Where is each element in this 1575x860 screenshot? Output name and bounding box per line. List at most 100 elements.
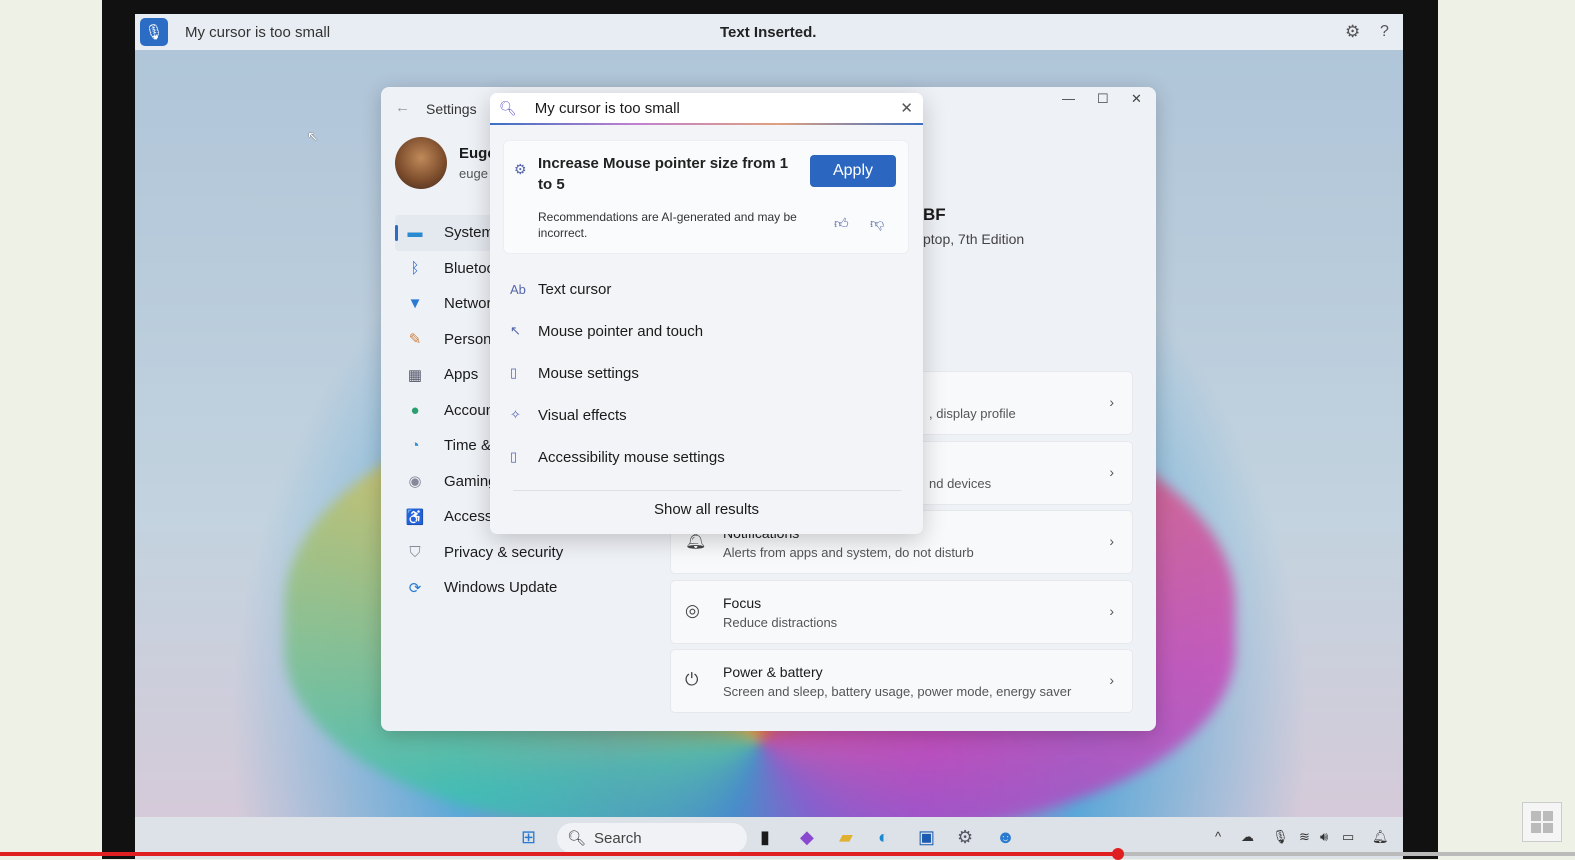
result-label: Mouse pointer and touch [538, 322, 704, 340]
search-icon: 🔍︎ [567, 830, 587, 847]
gear-icon: ⚙ [514, 161, 527, 177]
search-result-visual-effects[interactable]: ✧ Visual effects [510, 397, 910, 433]
voice-query: My cursor is too small [185, 23, 331, 41]
settings-icon[interactable]: ⚙ [957, 827, 973, 848]
person-icon: ● [410, 401, 420, 419]
search-result-accessibility-mouse[interactable]: ▯ Accessibility mouse settings [510, 439, 910, 475]
pointer-icon: ↖ [510, 323, 521, 338]
microphone-icon[interactable]: 🎙 [140, 18, 168, 46]
chevron-up-icon[interactable]: ^ [1215, 829, 1221, 844]
device-model: ptop, 7th Edition [923, 231, 1025, 247]
sidebar-item-label: System [444, 224, 495, 242]
mouse-icon: ▯ [510, 449, 518, 464]
recommendation-text: Increase Mouse pointer size from 1 to 5 [538, 155, 789, 193]
edge-icon[interactable]: ◐ [878, 827, 889, 848]
monitor-icon: ▬ [407, 224, 423, 242]
video-progress-bar[interactable] [0, 852, 1119, 856]
mouse-icon: ▯ [510, 365, 518, 380]
apply-button[interactable]: Apply [810, 155, 896, 187]
store-icon[interactable]: ▣ [918, 827, 935, 848]
voice-status: Text Inserted. [720, 23, 817, 41]
sidebar-item-privacy[interactable]: ⛉ Privacy & security [395, 535, 595, 571]
task-view-icon[interactable]: ▮ [760, 827, 770, 848]
sidebar-item-windows-update[interactable]: ⟳ Windows Update [395, 570, 595, 606]
search-value[interactable]: My cursor is too small [535, 100, 901, 117]
bluetooth-icon: ᛒ [410, 259, 420, 277]
chevron-right-icon: › [1109, 533, 1114, 549]
file-explorer-icon[interactable]: ▰ [839, 827, 853, 848]
card-subtitle: Alerts from apps and system, do not dist… [723, 545, 974, 560]
maximize-button[interactable]: ☐ [1097, 91, 1109, 107]
search-result-mouse-settings[interactable]: ▯ Mouse settings [510, 355, 910, 391]
show-all-results-link[interactable]: Show all results [490, 501, 923, 518]
windows-logo-icon [1522, 802, 1562, 842]
search-result-text-cursor[interactable]: Ab Text cursor [510, 271, 910, 307]
result-label: Accessibility mouse settings [538, 448, 725, 466]
clear-search-icon[interactable]: ✕ [900, 99, 913, 117]
battery-icon[interactable]: ▭ [1342, 829, 1354, 845]
bell-icon: 🔔︎ [685, 531, 707, 550]
update-icon: ⟳ [408, 579, 422, 597]
gamepad-icon: ◉ [408, 473, 422, 491]
chevron-right-icon: › [1109, 394, 1114, 410]
sidebar-item-label: Apps [444, 366, 479, 384]
window-title: Settings [426, 101, 477, 117]
sidebar-item-label: Time & [444, 437, 491, 455]
copilot-icon[interactable]: ◆ [800, 827, 814, 848]
notification-bell-icon[interactable]: 🔔︎ [1372, 829, 1389, 845]
search-result-mouse-pointer[interactable]: ↖ Mouse pointer and touch [510, 313, 910, 349]
screen: 🎙 My cursor is too small Text Inserted. … [135, 14, 1403, 859]
card-power[interactable]: ⏻ Power & battery Screen and sleep, batter… [670, 649, 1133, 713]
ai-search-icon: 🔍︎ [499, 99, 517, 116]
card-subtitle: nd devices [929, 476, 992, 491]
sidebar-item-label: Privacy & security [444, 543, 564, 561]
volume-icon[interactable]: 🔊︎ [1320, 829, 1328, 845]
voice-access-icon[interactable]: ☻ [996, 827, 1015, 848]
help-icon[interactable]: ? [1380, 23, 1389, 41]
sparkle-icon: ✧ [510, 407, 521, 422]
card-title: Focus [723, 595, 762, 611]
result-label: Text cursor [538, 280, 612, 298]
apps-icon: ▦ [407, 366, 423, 384]
ai-recommendation-card: ⚙ Increase Mouse pointer size from 1 to … [503, 140, 909, 254]
search-dropdown: 🔍︎ My cursor is too small ✕ ⚙ Increase M… [490, 93, 923, 534]
sidebar-item-label: Gaming [444, 472, 497, 490]
card-focus[interactable]: ◎ Focus Reduce distractions › [670, 580, 1133, 644]
wifi-icon[interactable]: ≋ [1299, 829, 1310, 845]
sidebar-item-label: Windows Update [444, 579, 558, 597]
card-subtitle: Screen and sleep, battery usage, power m… [723, 684, 1072, 699]
back-arrow-icon[interactable]: ← [395, 99, 410, 116]
user-email: euge [459, 166, 488, 181]
minimize-button[interactable]: — [1062, 91, 1075, 106]
settings-window: ← Settings — ☐ ✕ Euge euge ▬ System ᛒ Blue… [381, 87, 1156, 731]
focus-icon: ◎ [685, 601, 700, 620]
power-icon: ⏻ [685, 670, 699, 689]
result-label: Visual effects [538, 406, 627, 424]
card-subtitle: , display profile [929, 406, 1016, 421]
taskbar-search[interactable]: 🔍︎ Search [557, 823, 747, 853]
divider [513, 490, 901, 491]
shield-icon: ⛉ [409, 543, 421, 561]
onedrive-icon[interactable]: ☁ [1241, 829, 1254, 845]
close-button[interactable]: ✕ [1131, 91, 1142, 107]
voice-access-bar: 🎙 My cursor is too small Text Inserted. … [135, 14, 1403, 50]
gear-icon[interactable]: ⚙ [1345, 22, 1360, 42]
microphone-icon[interactable]: 🎙 [1272, 829, 1289, 845]
search-input[interactable]: 🔍︎ My cursor is too small ✕ [490, 93, 923, 125]
card-subtitle: Reduce distractions [723, 615, 838, 630]
chevron-right-icon: › [1109, 603, 1114, 619]
mouse-cursor-icon: ↖ [307, 128, 319, 144]
thumbs-down-icon[interactable]: 👎︎ [870, 215, 884, 232]
video-progress-track[interactable] [1118, 852, 1575, 856]
avatar[interactable] [395, 137, 447, 189]
start-icon[interactable]: ⊞ [521, 827, 536, 848]
thumbs-up-icon[interactable]: 👍︎ [834, 215, 849, 232]
text-cursor-icon: Ab [510, 281, 526, 297]
chevron-right-icon: › [1109, 672, 1114, 688]
result-label: Mouse settings [538, 364, 639, 382]
accessibility-icon: ♿ [405, 508, 425, 526]
wifi-icon: ▼ [407, 295, 423, 313]
device-name: BF [923, 205, 946, 224]
chevron-right-icon: › [1109, 464, 1114, 480]
ai-disclaimer: Recommendations are AI-generated and may… [538, 210, 797, 240]
